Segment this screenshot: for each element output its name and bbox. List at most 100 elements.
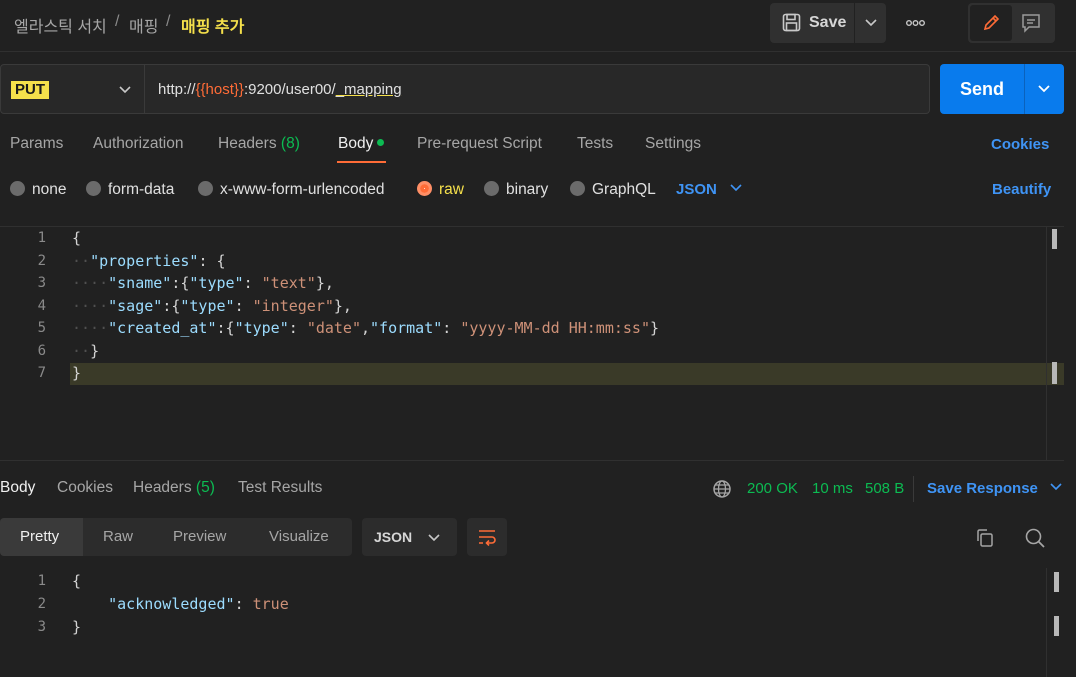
beautify-button[interactable]: Beautify (992, 181, 1051, 198)
chevron-down-icon (1050, 483, 1062, 491)
radio-graphql[interactable]: GraphQL (570, 181, 656, 199)
radio-circle-selected (417, 181, 432, 196)
code-line: { (72, 572, 82, 590)
tab-authorization[interactable]: Authorization (93, 135, 183, 153)
send-label: Send (960, 79, 1005, 99)
response-tab-headers-label: Headers (133, 479, 192, 496)
tab-body[interactable]: Body (338, 135, 385, 153)
save-label: Save (809, 14, 847, 31)
scrollbar-marker (1052, 362, 1057, 384)
scrollbar-thumb[interactable] (1054, 572, 1059, 592)
wrap-text-icon (479, 530, 496, 546)
url-path-end: _mapping (335, 81, 402, 98)
view-pretty-button[interactable]: Pretty (20, 528, 59, 545)
edit-mode-button[interactable] (970, 5, 1012, 41)
more-options-button[interactable] (900, 10, 930, 36)
view-mode-toggle (968, 3, 1055, 43)
response-size[interactable]: 508 B (865, 480, 904, 497)
request-body-editor[interactable]: 1 2 3 4 5 6 7 { ··"properties": { ····"s… (0, 226, 1064, 461)
wrap-lines-button[interactable] (467, 518, 507, 556)
line-number: 7 (37, 365, 46, 381)
editor-scrollbar[interactable] (1046, 227, 1064, 461)
tab-pre-request-script[interactable]: Pre-request Script (417, 135, 542, 153)
radio-binary[interactable]: binary (484, 181, 548, 199)
response-language-select[interactable]: JSON (362, 518, 457, 556)
send-button[interactable]: Send (940, 64, 1064, 114)
line-number: 3 (37, 619, 46, 635)
breadcrumb-current-request[interactable]: 매핑 추가 (181, 13, 244, 37)
radio-none[interactable]: none (10, 181, 66, 199)
response-tab-headers[interactable]: Headers (5) (133, 479, 215, 497)
tab-params[interactable]: Params (10, 135, 63, 153)
cookies-link[interactable]: Cookies (991, 136, 1049, 153)
tab-headers[interactable]: Headers (8) (218, 135, 300, 153)
view-preview-button[interactable]: Preview (173, 528, 226, 545)
radio-raw[interactable]: raw (417, 181, 464, 199)
radio-label: raw (439, 181, 464, 198)
line-number: 2 (37, 596, 46, 612)
radio-form-data[interactable]: form-data (86, 181, 174, 199)
body-modified-dot (377, 139, 385, 146)
breadcrumb-folder[interactable]: 매핑 (129, 13, 158, 37)
search-icon[interactable] (1024, 527, 1046, 549)
response-tab-body[interactable]: Body (0, 479, 35, 497)
breadcrumb-collection[interactable]: 엘라스틱 서치 (14, 13, 107, 37)
radio-label: none (32, 181, 67, 198)
save-button[interactable]: Save (770, 3, 886, 43)
pencil-icon (983, 14, 1000, 31)
url-host-variable[interactable]: {{host}} (196, 81, 244, 98)
url-text: http://{{host}}:9200/user00/_mapping (158, 81, 402, 98)
view-raw-button[interactable]: Raw (103, 528, 133, 545)
active-tab-indicator (337, 161, 386, 163)
code-line: ····"sname":{"type": "text"}, (72, 274, 334, 292)
radio-label: x-www-form-urlencoded (220, 181, 385, 198)
tab-body-label: Body (338, 135, 374, 152)
response-status[interactable]: 200 OK (747, 480, 798, 497)
http-method-value: PUT (11, 81, 49, 99)
code-line: "acknowledged": true (108, 595, 289, 613)
body-language-select[interactable]: JSON (676, 181, 743, 198)
copy-icon[interactable] (975, 528, 995, 548)
code-line: ····"sage":{"type": "integer"}, (72, 297, 352, 315)
divider (1024, 64, 1025, 114)
http-method-select[interactable]: PUT (0, 64, 145, 114)
save-response-button[interactable]: Save Response (927, 480, 1063, 497)
chevron-down-icon[interactable] (1037, 84, 1051, 94)
radio-label: form-data (108, 181, 175, 198)
save-icon (782, 13, 801, 32)
comment-icon[interactable] (1021, 13, 1041, 33)
line-number: 3 (37, 275, 46, 291)
view-visualize-button[interactable]: Visualize (269, 528, 329, 545)
chevron-down-icon (428, 534, 440, 542)
response-time[interactable]: 10 ms (812, 480, 853, 497)
scrollbar-marker (1054, 616, 1059, 636)
breadcrumb-separator: / (166, 13, 171, 30)
divider (913, 476, 914, 502)
url-input[interactable]: http://{{host}}:9200/user00/_mapping (145, 64, 930, 114)
code-line: ··"properties": { (72, 252, 226, 270)
radio-label: binary (506, 181, 549, 198)
url-path: :9200/user00/ (243, 81, 336, 98)
radio-circle (10, 181, 25, 196)
line-number: 4 (37, 298, 46, 314)
breadcrumb-separator: / (115, 13, 120, 30)
tab-tests[interactable]: Tests (577, 135, 613, 153)
radio-circle (86, 181, 101, 196)
line-number: 6 (37, 343, 46, 359)
chevron-down-icon[interactable] (864, 18, 878, 28)
globe-icon[interactable] (712, 479, 732, 499)
response-tab-test-results[interactable]: Test Results (238, 479, 322, 497)
code-line: } (72, 618, 82, 636)
tab-headers-label: Headers (218, 135, 277, 152)
scrollbar-thumb[interactable] (1052, 229, 1057, 249)
response-tab-cookies[interactable]: Cookies (57, 479, 113, 497)
radio-label: GraphQL (592, 181, 656, 198)
line-number: 5 (37, 320, 46, 336)
response-body-viewer[interactable]: 1 2 3 { "acknowledged": true } (0, 568, 1076, 677)
line-number: 1 (37, 573, 46, 589)
radio-urlencoded[interactable]: x-www-form-urlencoded (198, 181, 385, 199)
line-number: 2 (37, 253, 46, 269)
url-scheme: http:// (158, 81, 196, 98)
response-headers-count: (5) (195, 479, 215, 496)
tab-settings[interactable]: Settings (645, 135, 701, 153)
